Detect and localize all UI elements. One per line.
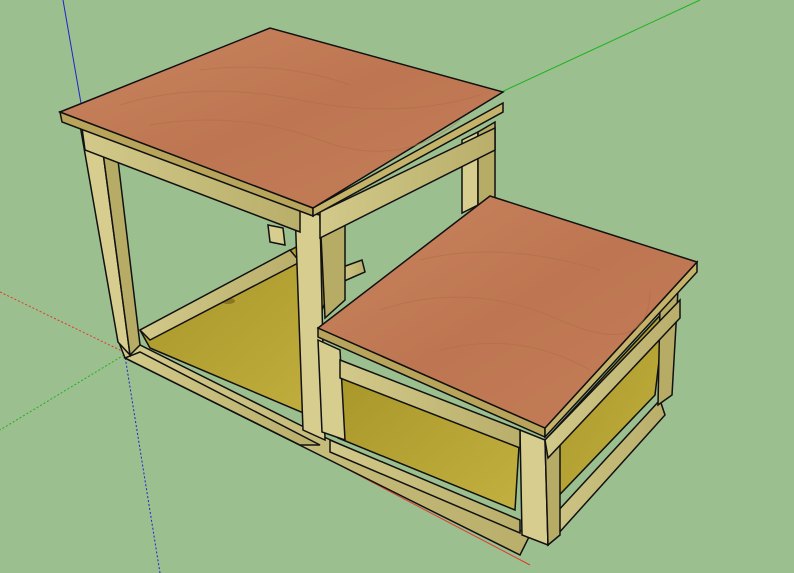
low-front-right-leg: [519, 428, 549, 547]
low-front-left-leg: [317, 338, 346, 442]
3d-viewport[interactable]: [0, 0, 794, 573]
back-left-leg: [267, 224, 286, 246]
model-canvas: [0, 0, 794, 573]
